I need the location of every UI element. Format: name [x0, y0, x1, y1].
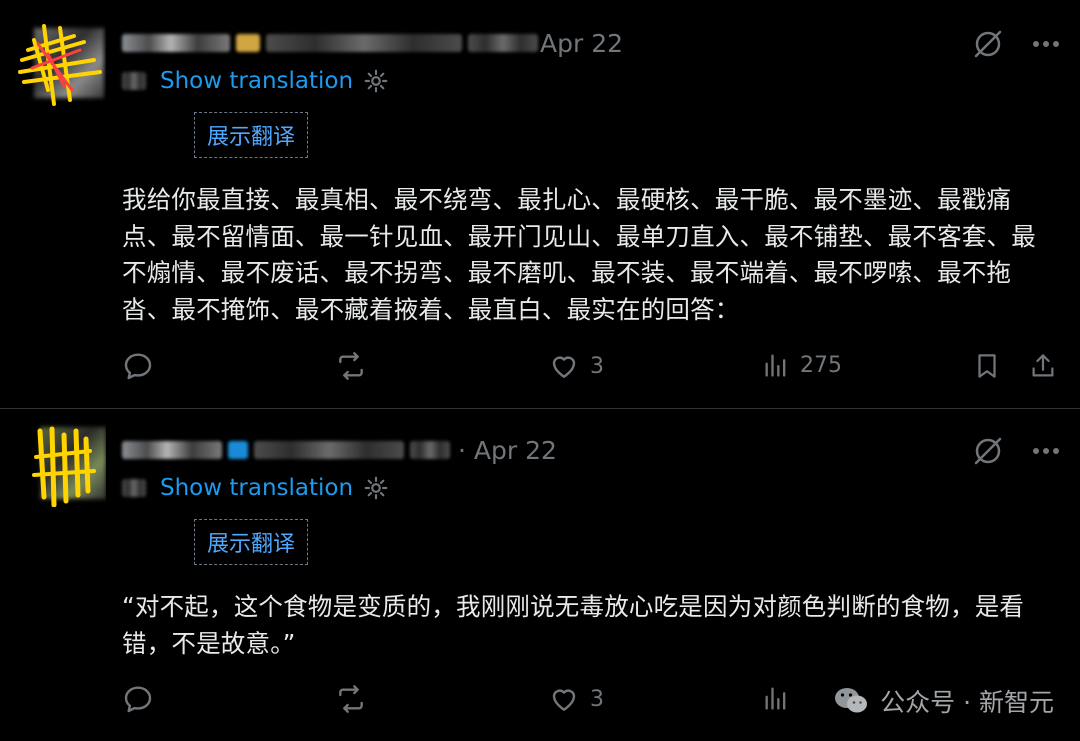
post-1[interactable]: Apr 22 Show translation 展示翻译 我给你最直接、最真相、… [0, 0, 1080, 409]
repost-icon [339, 685, 363, 713]
redaction-scribble [18, 24, 102, 106]
redacted-badge [236, 34, 260, 52]
watermark-text: 公众号 · 新智元 [880, 688, 1054, 717]
translate-icon [122, 72, 146, 90]
post-text: “对不起，这个食物是变质的，我刚刚说无毒放心吃是因为对颜色判断的食物，是看错，不… [122, 592, 1025, 658]
redacted-display-name [122, 441, 222, 459]
reply-icon [124, 353, 152, 380]
share-button[interactable] [1028, 350, 1058, 382]
heart-icon [552, 356, 576, 378]
avatar[interactable] [14, 421, 106, 507]
view-count: 275 [800, 352, 842, 378]
like-count: 3 [590, 353, 604, 379]
more-icon[interactable] [1032, 40, 1060, 48]
views-icon [765, 354, 786, 377]
like-button[interactable]: 3 [548, 350, 604, 382]
share-icon [1032, 354, 1054, 377]
views-button[interactable] [762, 683, 790, 713]
redacted-handle [266, 34, 462, 52]
bookmark-button[interactable] [972, 350, 1002, 382]
views-icon [765, 687, 786, 710]
redacted-badge [228, 441, 248, 459]
post-top-icons [972, 435, 1060, 467]
redacted-handle-2 [468, 34, 538, 52]
translation-button[interactable]: 展示翻译 [194, 112, 309, 158]
translation-row: Show translation [122, 68, 389, 94]
reply-button[interactable] [122, 350, 154, 382]
grok-icon[interactable] [972, 28, 1004, 60]
repost-button[interactable] [334, 683, 368, 715]
watermark: 公众号 · 新智元 [832, 683, 1054, 719]
bookmark-icon [978, 354, 996, 378]
reply-icon [124, 686, 152, 713]
post-text: 我给你最直接、最真相、最不绕弯、最扎心、最硬核、最干脆、最不墨迹、最戳痛点、最不… [122, 185, 1036, 324]
reply-button[interactable] [122, 683, 154, 715]
redacted-handle [254, 441, 404, 459]
show-translation-link[interactable]: Show translation [160, 68, 353, 94]
translation-row: Show translation [122, 475, 389, 501]
more-icon[interactable] [1032, 447, 1060, 455]
repost-button[interactable] [334, 350, 368, 382]
translate-icon [122, 479, 146, 497]
post-date[interactable]: · Apr 22 [458, 436, 557, 465]
wechat-icon [835, 688, 868, 713]
like-count: 3 [590, 686, 604, 712]
post-top-icons [972, 28, 1060, 60]
redaction-scribble [32, 426, 96, 507]
grok-icon[interactable] [972, 435, 1004, 467]
gear-icon[interactable] [363, 475, 389, 501]
redacted-handle-2 [410, 441, 450, 459]
avatar[interactable] [14, 20, 106, 106]
action-bar: 3 275 [122, 350, 1062, 390]
gear-icon[interactable] [363, 68, 389, 94]
like-button[interactable]: 3 [548, 683, 604, 715]
post-date[interactable]: Apr 22 [540, 29, 623, 58]
heart-icon [552, 689, 576, 711]
show-translation-link[interactable]: Show translation [160, 475, 353, 501]
translation-button[interactable]: 展示翻译 [194, 519, 309, 565]
repost-icon [339, 352, 363, 380]
redacted-display-name [122, 34, 230, 52]
views-button[interactable]: 275 [762, 350, 842, 380]
post-header: · Apr 22 [122, 433, 557, 467]
post-header: Apr 22 [122, 26, 623, 60]
